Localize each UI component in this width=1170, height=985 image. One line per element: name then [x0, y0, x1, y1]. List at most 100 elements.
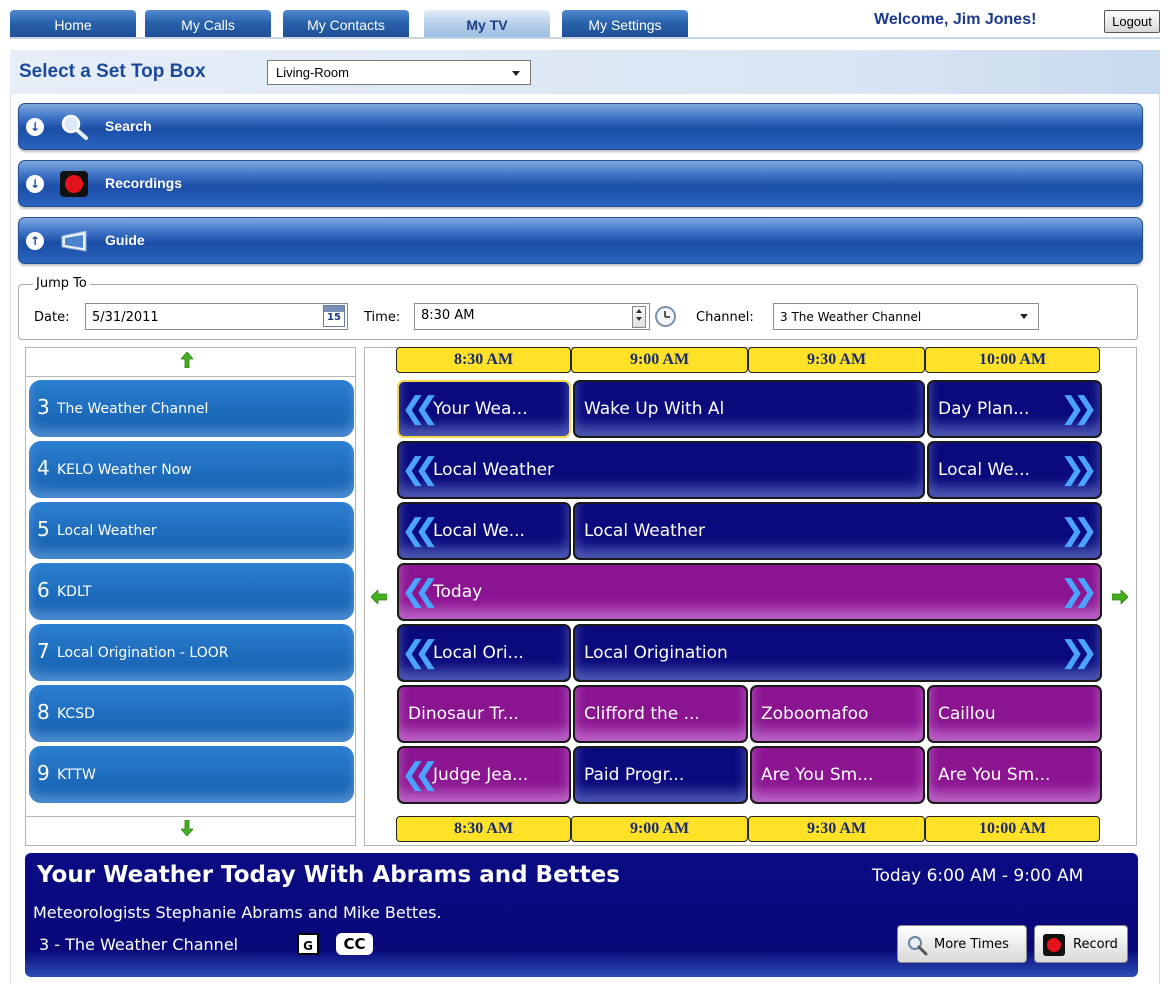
program-title-text: Clifford the ... — [584, 704, 700, 724]
record-button[interactable]: Record — [1034, 925, 1128, 963]
time-slot-header: 9:00 AM — [571, 816, 748, 842]
set-top-box-title: Select a Set Top Box — [19, 61, 206, 82]
program-title-text: Dinosaur Tr... — [408, 704, 519, 724]
scroll-down-arrow-icon[interactable] — [181, 820, 193, 836]
program-cell[interactable]: ❮❮ Local Weather — [397, 441, 925, 499]
program-title-text: Local Weather — [433, 460, 555, 480]
recordings-panel-label: Recordings — [105, 175, 183, 191]
time-field[interactable]: 8:30 AM — [414, 303, 650, 330]
channel-button[interactable]: 7 Local Origination - LOOR — [29, 624, 354, 681]
program-cell[interactable]: Caillou — [927, 685, 1102, 743]
record-icon — [60, 171, 88, 197]
channel-select[interactable]: 3 The Weather Channel — [773, 303, 1039, 330]
program-title-text: Local Ori... — [433, 643, 524, 663]
spin-up-icon[interactable] — [636, 309, 642, 313]
channel-button[interactable]: 6 KDLT — [29, 563, 354, 620]
program-cell[interactable]: ❯❯ Local Weather — [573, 502, 1102, 560]
program-cell[interactable]: Are You Sm... — [927, 746, 1102, 804]
logout-button[interactable]: Logout — [1104, 10, 1160, 33]
search-panel-label: Search — [105, 118, 152, 134]
program-cell[interactable]: ❮❮ Your Wea... — [397, 380, 571, 438]
search-icon — [61, 114, 88, 140]
channel-name: Local Weather — [57, 523, 157, 539]
channel-name: KDLT — [57, 584, 92, 600]
calendar-day: 15 — [327, 312, 341, 323]
scroll-left-arrow-icon[interactable] — [371, 590, 387, 604]
program-title-text: Day Plan... — [938, 399, 1030, 419]
channel-button[interactable]: 8 KCSD — [29, 685, 354, 742]
program-cell[interactable]: ❯❯ Local Origination — [573, 624, 1102, 682]
date-value: 5/31/2011 — [92, 310, 159, 325]
program-title-text: Local Origination — [584, 643, 728, 663]
calendar-icon[interactable]: 15 — [323, 305, 345, 327]
expand-down-icon: ↓ — [26, 118, 44, 136]
nav-divider — [10, 37, 1160, 39]
program-title-text: Judge Jea... — [433, 765, 529, 785]
search-panel-header[interactable]: ↓ Search — [18, 103, 1143, 150]
channel-button[interactable]: 3 The Weather Channel — [29, 380, 354, 437]
program-cell[interactable]: Zoboomafoo — [750, 685, 925, 743]
time-slot-header: 8:30 AM — [396, 347, 571, 373]
tab-my-calls[interactable]: My Calls — [145, 10, 271, 37]
scroll-up-arrow-icon[interactable] — [181, 352, 193, 368]
channel-number: 8 — [37, 700, 50, 724]
program-cell[interactable]: Paid Progr... — [573, 746, 748, 804]
program-title-text: Paid Progr... — [584, 765, 685, 785]
tab-my-settings[interactable]: My Settings — [562, 10, 688, 37]
welcome-message: Welcome, Jim Jones! — [874, 11, 1037, 28]
program-cell[interactable]: ❯❯ Day Plan... — [927, 380, 1102, 438]
program-title-text: Caillou — [938, 704, 996, 724]
continues-before-icon: ❮❮ — [401, 452, 439, 487]
channel-label: Channel: — [696, 310, 754, 325]
time-slot-header: 9:30 AM — [748, 347, 925, 373]
program-title-text: Local We... — [433, 521, 525, 541]
channel-divider — [25, 816, 356, 817]
channel-divider — [25, 376, 356, 377]
program-title-text: Your Wea... — [433, 399, 528, 419]
guide-panel-header[interactable]: ↑ Guide — [18, 217, 1143, 264]
channel-button[interactable]: 4 KELO Weather Now — [29, 441, 354, 498]
more-times-button[interactable]: More Times — [897, 925, 1027, 963]
program-title-text: Zoboomafoo — [761, 704, 869, 724]
clock-icon[interactable] — [655, 306, 676, 327]
scroll-right-arrow-icon[interactable] — [1112, 590, 1128, 604]
channel-button[interactable]: 5 Local Weather — [29, 502, 354, 559]
set-top-box-select[interactable]: Living-Room — [267, 60, 531, 85]
program-cell[interactable]: Clifford the ... — [573, 685, 748, 743]
tab-home[interactable]: Home — [10, 10, 136, 37]
record-icon — [1043, 934, 1065, 956]
tab-my-contacts[interactable]: My Contacts — [283, 10, 409, 37]
time-spinner[interactable] — [632, 306, 646, 328]
time-slot-header: 8:30 AM — [396, 816, 571, 842]
date-field[interactable]: 5/31/2011 — [85, 303, 348, 330]
chevron-down-icon — [1020, 314, 1028, 319]
channel-name: KELO Weather Now — [57, 462, 192, 478]
channel-number: 5 — [37, 517, 50, 541]
tab-my-tv[interactable]: My TV — [424, 10, 550, 37]
set-top-box-value: Living-Room — [276, 65, 349, 80]
continues-before-icon: ❮❮ — [401, 574, 439, 609]
spin-down-icon[interactable] — [636, 317, 642, 321]
continues-before-icon: ❮❮ — [401, 513, 439, 548]
tv-guide-page: Home My Calls My Contacts My TV My Setti… — [0, 0, 1170, 985]
program-title-text: Local Weather — [584, 521, 706, 541]
channel-name: KCSD — [57, 706, 95, 722]
program-cell[interactable]: Are You Sm... — [750, 746, 925, 804]
continues-after-icon: ❯❯ — [1059, 574, 1098, 609]
program-title-text: Are You Sm... — [761, 765, 874, 785]
program-cell[interactable]: ❮❮ Local We... — [397, 502, 571, 560]
continues-after-icon: ❯❯ — [1059, 635, 1098, 670]
time-slot-header: 9:30 AM — [748, 816, 925, 842]
program-cell[interactable]: ❯❯ Local We... — [927, 441, 1102, 499]
channel-button[interactable]: 9 KTTW — [29, 746, 354, 803]
program-cell[interactable]: Dinosaur Tr... — [397, 685, 571, 743]
program-cell[interactable]: ❮❮ Local Ori... — [397, 624, 571, 682]
continues-after-icon: ❯❯ — [1059, 391, 1098, 426]
program-time: Today 6:00 AM - 9:00 AM — [872, 866, 1084, 886]
recordings-panel-header[interactable]: ↓ Recordings — [18, 160, 1143, 207]
program-cell[interactable]: Wake Up With Al — [573, 380, 925, 438]
channel-name: KTTW — [57, 767, 96, 783]
date-label: Date: — [34, 310, 70, 325]
program-cell[interactable]: ❮❮ Judge Jea... — [397, 746, 571, 804]
program-cell[interactable]: ❮❮ ❯❯ Today — [397, 563, 1102, 621]
